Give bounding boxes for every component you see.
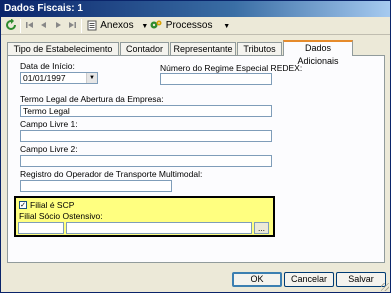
next-record-icon[interactable]	[53, 18, 63, 34]
socio-code-field[interactable]	[18, 222, 64, 234]
redex-label: Número do Regime Especial REDEX:	[160, 63, 303, 73]
toolbar-separator	[81, 19, 82, 33]
registro-field[interactable]	[20, 180, 172, 192]
dados-fiscais-window: Dados Fiscais: 1 Anexos ▼ Processos ▼ Ti…	[0, 0, 391, 293]
redex-field[interactable]	[160, 73, 272, 85]
tab-representante[interactable]: Representante	[170, 42, 236, 55]
socio-ostensivo-label: Filial Sócio Ostensivo:	[19, 211, 103, 221]
toolbar-separator	[20, 19, 21, 33]
resize-grip-icon[interactable]	[381, 283, 389, 291]
data-inicio-field[interactable]: 01/01/1997 ▼	[20, 72, 98, 84]
cancel-button[interactable]: Cancelar	[284, 272, 334, 287]
registro-label: Registro do Operador de Transporte Multi…	[20, 169, 203, 179]
processos-label: Processos	[165, 20, 213, 31]
campo-livre-2-label: Campo Livre 2:	[20, 144, 78, 154]
campo-livre-1-label: Campo Livre 1:	[20, 119, 78, 129]
campo-livre-2-field[interactable]	[20, 155, 272, 167]
tab-strip: Tipo de Estabelecimento Contador Represe…	[7, 40, 387, 66]
tab-dados-adicionais[interactable]: Dados Adicionais	[283, 40, 353, 66]
first-record-icon[interactable]	[25, 18, 35, 34]
browse-button[interactable]: ...	[254, 222, 269, 234]
tab-tipo-estabelecimento[interactable]: Tipo de Estabelecimento	[7, 42, 119, 55]
attachment-icon	[87, 20, 97, 31]
termo-label: Termo Legal de Abertura da Empresa:	[20, 94, 164, 104]
title-bar: Dados Fiscais: 1	[1, 1, 390, 17]
save-button[interactable]: Salvar	[336, 272, 386, 287]
chevron-down-icon: ▼	[141, 23, 149, 30]
toolbar: Anexos ▼ Processos ▼	[1, 17, 390, 35]
socio-name-field[interactable]	[66, 222, 252, 234]
processos-button[interactable]: Processos ▼	[149, 18, 230, 34]
ok-button[interactable]: OK	[232, 272, 282, 287]
chevron-down-icon: ▼	[223, 23, 231, 30]
anexos-label: Anexos	[100, 20, 134, 31]
filial-scp-box: ✓ Filial é SCP Filial Sócio Ostensivo: .…	[14, 196, 275, 237]
data-inicio-value: 01/01/1997	[23, 73, 66, 83]
filial-scp-label: Filial é SCP	[30, 200, 75, 210]
anexos-button[interactable]: Anexos ▼	[86, 18, 148, 34]
data-inicio-label: Data de Início:	[20, 61, 75, 71]
filial-scp-checkbox[interactable]: ✓	[19, 201, 27, 209]
last-record-icon[interactable]	[67, 18, 77, 34]
tab-contador[interactable]: Contador	[120, 42, 169, 55]
dados-adicionais-panel: Data de Início: 01/01/1997 ▼ Número do R…	[7, 55, 385, 263]
termo-field[interactable]: Termo Legal	[20, 105, 272, 117]
previous-record-icon[interactable]	[39, 18, 49, 34]
refresh-icon[interactable]	[5, 18, 17, 34]
tab-tributos[interactable]: Tributos	[237, 42, 282, 55]
chevron-down-icon[interactable]: ▼	[86, 73, 97, 83]
campo-livre-1-field[interactable]	[20, 130, 272, 142]
gears-icon	[150, 20, 162, 29]
window-title: Dados Fiscais: 1	[4, 3, 83, 14]
